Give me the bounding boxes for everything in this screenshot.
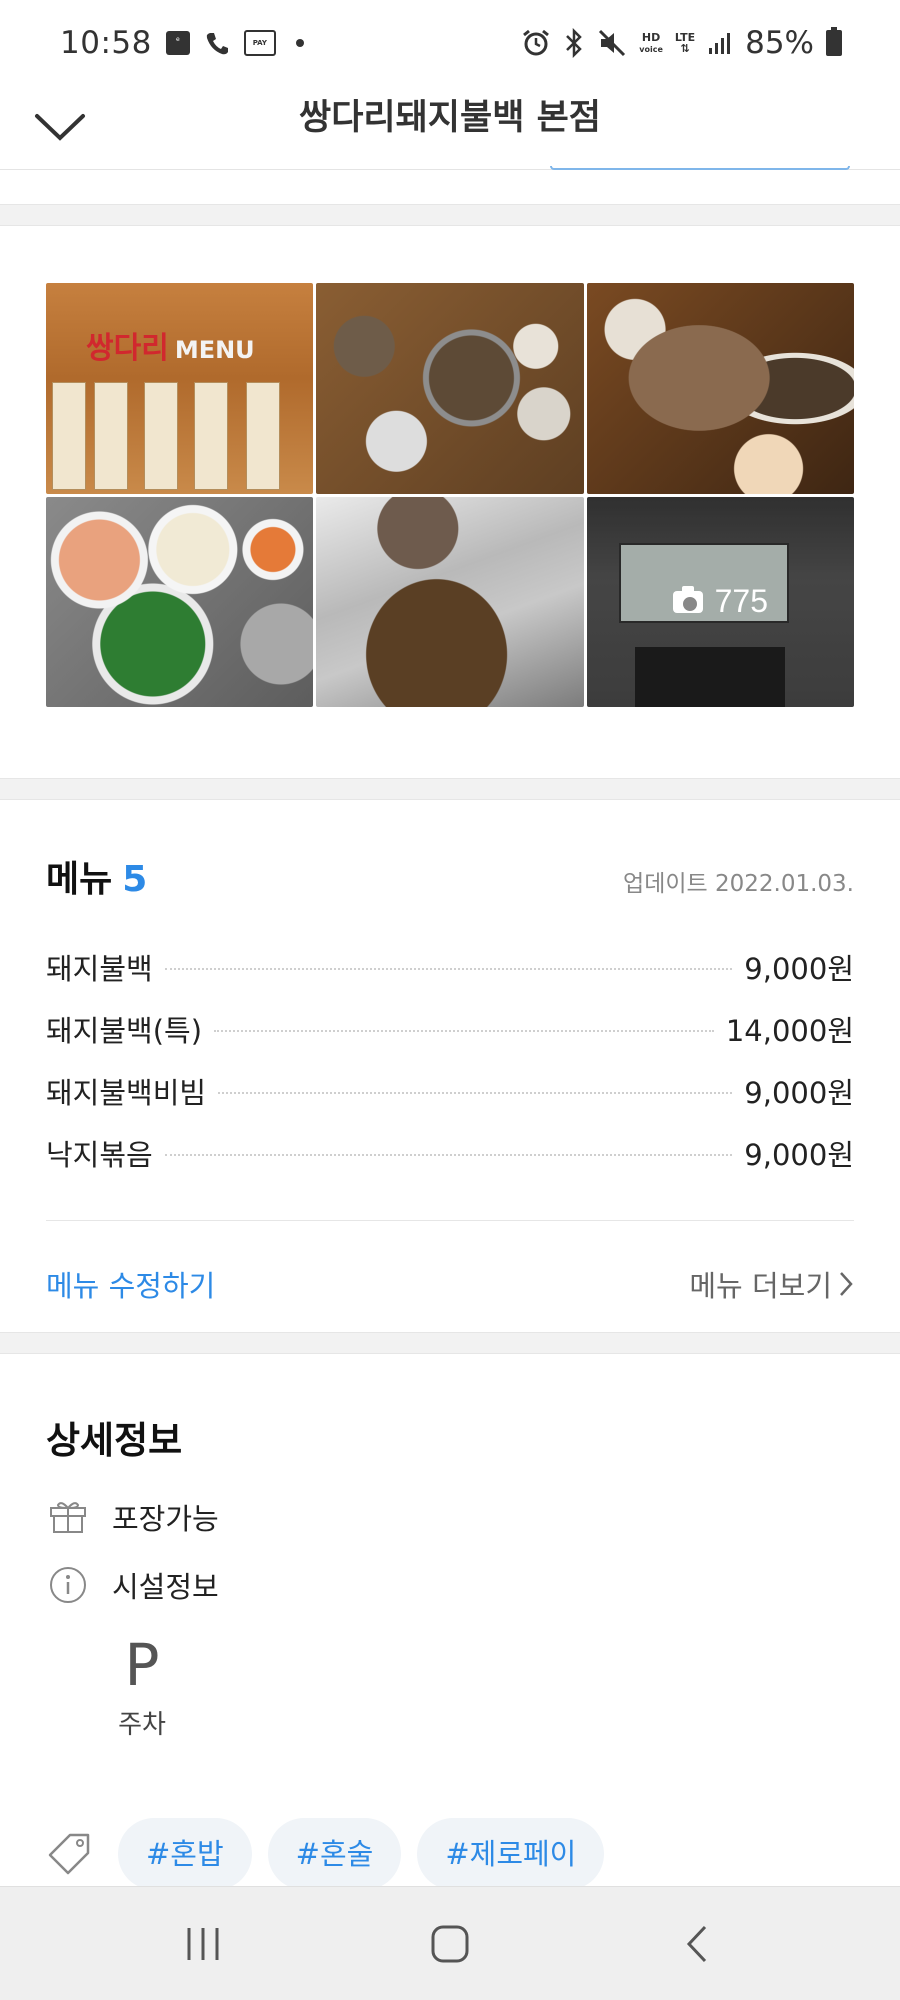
recent-apps-button[interactable] (163, 1904, 243, 1984)
menu-item-name: 돼지불백비빔 (46, 1076, 207, 1110)
lte-icon: LTE ⇅ (674, 31, 696, 55)
menu-item-name: 돼지불백 (46, 952, 153, 986)
section-divider (0, 778, 900, 800)
menu-count: 5 (122, 859, 148, 900)
menu-item: 낙지볶음 9,000원 (46, 1122, 854, 1184)
system-nav-bar (0, 1886, 900, 2000)
back-button[interactable] (657, 1904, 737, 1984)
menu-item-name: 낙지볶음 (46, 1138, 153, 1172)
tag-chip[interactable]: #혼밥 (118, 1818, 252, 1890)
photo-grilled-meat[interactable] (586, 283, 854, 494)
menu-plank (52, 381, 86, 490)
menu-actions: 메뉴 수정하기 메뉴 더보기 (46, 1221, 854, 1347)
status-right: HD voice LTE ⇅ 85% (521, 25, 842, 61)
photo-takeout[interactable] (316, 496, 584, 707)
lte-label: LTE (674, 31, 696, 44)
hidden-button-edge (550, 166, 850, 170)
photo-storefront[interactable]: 775 (586, 496, 854, 707)
menu-item-price: 9,000원 (744, 1138, 854, 1172)
leader-dots (218, 1092, 733, 1094)
notification-dot (295, 39, 304, 47)
home-button[interactable] (410, 1904, 490, 1984)
tag-chip[interactable]: #혼술 (267, 1818, 402, 1890)
menu-updated-date: 업데이트 2022.01.03. (623, 871, 854, 897)
menu-title-text: 메뉴 (46, 859, 113, 900)
status-left: 10:58 e PAY (60, 25, 304, 61)
menu-plank (194, 381, 228, 490)
menu-header: 메뉴 5 업데이트 2022.01.03. (46, 850, 854, 910)
more-menu-link[interactable]: 메뉴 더보기 (689, 1263, 854, 1305)
takeout-row: 포장가능 (46, 1500, 854, 1536)
detail-title: 상세정보 (46, 1419, 183, 1462)
menu-item: 돼지불백 9,000원 (46, 936, 854, 998)
section-divider (0, 1332, 900, 1354)
detail-section: 상세정보 포장가능 시설정보 P 주차 (46, 1410, 854, 1741)
app-header: 쌍다리돼지불백 본점 (0, 86, 900, 170)
photo-menu-board[interactable]: 쌍다리 MENU (46, 283, 314, 494)
menu-plank (246, 381, 280, 490)
sign-text: 쌍다리 (86, 331, 169, 366)
parking-label: 주차 (118, 1710, 166, 1740)
battery-percent: 85% (745, 25, 814, 61)
edit-menu-link[interactable]: 메뉴 수정하기 (46, 1263, 215, 1305)
mute-icon (597, 28, 627, 58)
facilities-row: 시설정보 (46, 1567, 854, 1604)
facilities-label: 시설정보 (112, 1570, 219, 1604)
chevron-right-icon (840, 1272, 853, 1296)
menu-section: 메뉴 5 업데이트 2022.01.03. 돼지불백 9,000원 돼지불백(특)… (46, 800, 854, 1347)
menu-list: 돼지불백 9,000원 돼지불백(특) 14,000원 돼지불백비빔 9,000… (46, 936, 854, 1184)
menu-plank (144, 381, 178, 490)
facility-parking: P 주차 (112, 1632, 172, 1741)
battery-icon (826, 27, 842, 56)
photo-count: 775 (714, 583, 769, 620)
page-title: 쌍다리돼지불백 본점 (299, 98, 601, 138)
status-bar: 10:58 e PAY HD voice LTE ⇅ 85% (0, 0, 900, 86)
photo-grid: 쌍다리 MENU 775 (46, 283, 854, 707)
menu-item-price: 9,000원 (744, 952, 854, 986)
menu-item-price: 9,000원 (744, 1076, 854, 1110)
menu-plank (94, 381, 128, 490)
alarm-icon (521, 28, 551, 58)
call-icon (204, 30, 230, 56)
home-icon (431, 1925, 469, 1962)
sign-menu: MENU (174, 336, 255, 364)
emart-everyday-icon: e (165, 31, 190, 55)
tag-icon (46, 1831, 92, 1877)
section-divider (0, 204, 900, 226)
gift-icon (46, 1495, 90, 1539)
payco-icon: PAY (243, 30, 276, 56)
parking-icon: P (124, 1631, 160, 1699)
leader-dots (214, 1030, 714, 1032)
menu-title: 메뉴 5 (46, 850, 147, 902)
voice-label: voice (639, 44, 663, 54)
leader-dots (164, 968, 733, 970)
menu-item-name: 돼지불백(특) (46, 1014, 203, 1048)
back-icon (686, 1925, 706, 1962)
menu-item: 돼지불백비빔 9,000원 (46, 1060, 854, 1122)
takeout-label: 포장가능 (112, 1502, 219, 1536)
more-menu-label: 메뉴 더보기 (689, 1269, 832, 1303)
tag-chip[interactable]: #제로페이 (417, 1818, 605, 1890)
hd-label: HD (641, 30, 661, 44)
bluetooth-icon (563, 28, 585, 58)
leader-dots (164, 1154, 733, 1156)
hd-voice-icon: HD voice (639, 32, 663, 55)
camera-icon (672, 585, 703, 613)
status-time: 10:58 (60, 25, 152, 61)
recent-apps-icon (187, 1927, 219, 1960)
menu-item: 돼지불백(특) 14,000원 (46, 998, 854, 1060)
info-icon (46, 1563, 90, 1607)
menu-item-price: 14,000원 (725, 1014, 854, 1048)
photo-side-dishes[interactable] (46, 496, 314, 707)
tag-list: #혼밥 #혼술 #제로페이 (46, 1818, 605, 1890)
signal-icon (707, 30, 733, 56)
menu-board-sign: 쌍다리 MENU (86, 323, 255, 367)
photo-more-overlay[interactable]: 775 (586, 496, 854, 707)
photo-table-spread[interactable] (316, 283, 584, 494)
